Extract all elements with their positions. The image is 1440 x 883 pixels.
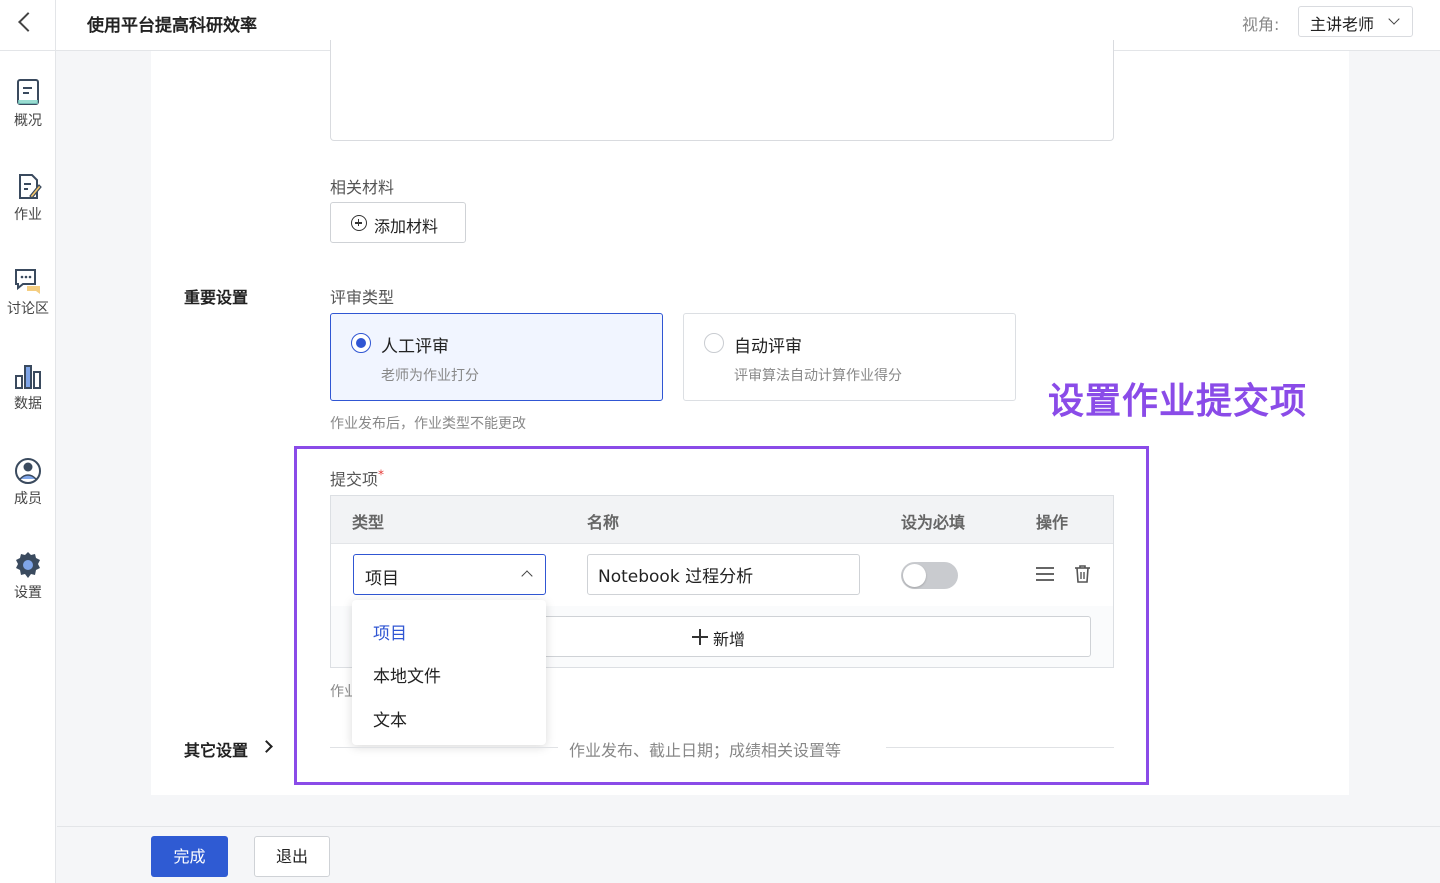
sidebar-item-data[interactable]: 数据	[0, 361, 56, 431]
sidebar-item-settings[interactable]: 设置	[0, 550, 56, 620]
overview-doc-icon	[17, 79, 39, 105]
review-option-auto[interactable]: 自动评审 评审算法自动计算作业得分	[683, 313, 1016, 401]
table-row: 项目	[331, 544, 1113, 606]
radio-checked[interactable]	[351, 333, 371, 353]
data-bar-chart-icon	[15, 365, 41, 389]
submission-label-text: 提交项	[330, 470, 379, 489]
sidebar-item-discussion[interactable]: 讨论区	[0, 266, 56, 336]
important-settings-title: 重要设置	[184, 288, 249, 307]
member-user-icon	[15, 458, 41, 484]
drag-handle-icon[interactable]	[1036, 567, 1054, 581]
type-select-value: 项目	[365, 569, 399, 589]
settings-gear-icon	[16, 552, 40, 578]
annotation-callout: 设置作业提交项	[1048, 381, 1308, 422]
chevron-down-icon	[1388, 13, 1400, 25]
submission-hint-partial: 作业	[330, 684, 352, 700]
review-option-desc: 老师为作业打分	[381, 368, 479, 384]
done-button[interactable]: 完成	[151, 836, 228, 877]
add-row-label: 新增	[713, 630, 746, 649]
view-role-select[interactable]: 主讲老师	[1298, 6, 1413, 37]
other-settings-toggle[interactable]: 其它设置	[184, 737, 248, 761]
plus-circle-icon	[351, 215, 367, 231]
type-select[interactable]: 项目	[353, 554, 546, 595]
chevron-up-icon	[521, 570, 533, 582]
review-option-manual[interactable]: 人工评审 老师为作业打分	[330, 313, 663, 401]
discussion-chat-icon	[15, 269, 40, 294]
other-settings-desc: 作业发布、截止日期；成绩相关设置等	[569, 741, 842, 760]
column-header-name: 名称	[587, 513, 620, 532]
review-option-title: 人工评审	[381, 337, 449, 357]
dropdown-option-project[interactable]: 项目	[373, 619, 407, 644]
dropdown-option-local-file[interactable]: 本地文件	[373, 662, 441, 687]
chevron-left-icon	[18, 12, 38, 32]
column-header-actions: 操作	[1036, 513, 1069, 532]
trash-icon[interactable]	[1074, 564, 1091, 583]
sidebar-item-label: 成员	[14, 491, 42, 507]
exit-button[interactable]: 退出	[254, 836, 330, 877]
add-submission-item-button[interactable]: 新增	[543, 616, 1091, 657]
sidebar-item-assignment[interactable]: 作业	[0, 172, 56, 242]
submission-items-label: 提交项*	[330, 466, 384, 490]
review-type-label: 评审类型	[330, 288, 395, 307]
review-option-desc: 评审算法自动计算作业得分	[734, 368, 902, 384]
required-toggle[interactable]	[901, 562, 958, 589]
dropdown-option-text[interactable]: 文本	[373, 706, 407, 731]
item-name-input[interactable]	[587, 554, 860, 595]
page-title: 使用平台提高科研效率	[87, 16, 257, 36]
column-header-type: 类型	[352, 513, 385, 532]
table-header: 类型 名称 设为必填 操作	[331, 496, 1113, 544]
back-button[interactable]	[0, 0, 56, 51]
review-type-hint: 作业发布后，作业类型不能更改	[330, 416, 526, 432]
sidebar-item-overview[interactable]: 概况	[0, 78, 56, 148]
sidebar: 概况 作业 讨论区 数据 成员 设置	[0, 51, 56, 883]
review-option-title: 自动评审	[734, 337, 802, 357]
required-mark: *	[378, 467, 385, 482]
sidebar-item-label: 概况	[14, 113, 42, 129]
type-dropdown-menu: 项目 本地文件 文本	[352, 600, 546, 745]
add-material-label: 添加材料	[374, 217, 439, 236]
plus-icon	[692, 629, 708, 645]
sidebar-item-members[interactable]: 成员	[0, 456, 56, 526]
column-header-required: 设为必填	[901, 513, 966, 532]
view-label: 视角:	[1242, 15, 1280, 34]
view-role-value: 主讲老师	[1310, 15, 1375, 34]
divider-left	[330, 747, 558, 748]
add-material-button[interactable]: 添加材料	[330, 202, 466, 243]
materials-label: 相关材料	[330, 178, 395, 197]
toggle-knob	[903, 564, 926, 587]
sidebar-item-label: 设置	[14, 585, 42, 601]
assignment-edit-icon	[19, 174, 42, 199]
sidebar-item-label: 讨论区	[7, 301, 49, 317]
divider-right	[886, 747, 1114, 748]
sidebar-item-label: 数据	[14, 396, 42, 412]
description-textarea[interactable]	[330, 40, 1114, 141]
sidebar-item-label: 作业	[14, 207, 42, 223]
radio-unchecked[interactable]	[704, 333, 724, 353]
